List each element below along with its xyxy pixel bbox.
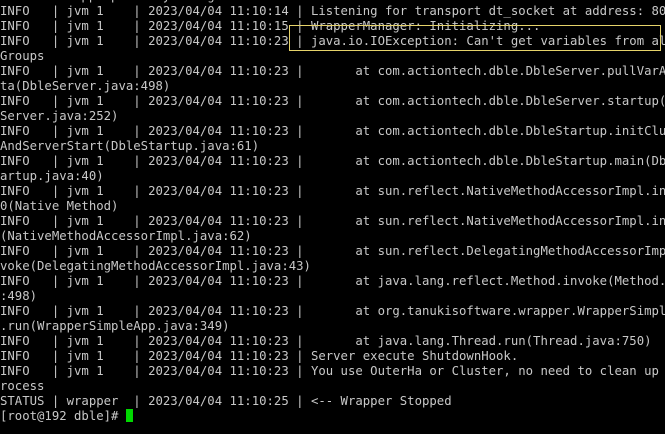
log-line: Groups [0,49,45,63]
log-line: INFO | jvm 1 | 2023/04/04 11:10:23 | at … [0,244,665,258]
terminal-output: c threads appropriately using -XX:Parall… [0,0,665,409]
log-line: INFO | jvm 1 | 2023/04/04 11:10:23 | Ser… [0,349,519,363]
log-line: rocess [0,379,45,393]
log-line: INFO | jvm 1 | 2023/04/04 11:10:23 | at … [0,124,665,138]
terminal-scrollbar[interactable] [661,0,665,434]
log-line: INFO | jvm 1 | 2023/04/04 11:10:23 | at … [0,274,665,288]
log-line: .run(WrapperSimpleApp.java:349) [0,319,230,333]
log-line: voke(DelegatingMethodAccessorImpl.java:4… [0,259,311,273]
log-line: INFO | jvm 1 | 2023/04/04 11:10:23 | at … [0,304,665,318]
log-line: INFO | jvm 1 | 2023/04/04 11:10:23 | jav… [0,34,665,48]
log-line: :498) [0,289,38,303]
log-line: artup.java:40) [0,169,104,183]
log-line: INFO | jvm 1 | 2023/04/04 11:10:15 | Wra… [0,19,541,33]
log-line: (NativeMethodAccessorImpl.java:62) [0,229,252,243]
shell-prompt: [root@192 dble]# [0,409,126,423]
terminal-window[interactable]: c threads appropriately using -XX:Parall… [0,0,665,434]
prompt-line[interactable]: [root@192 dble]# [0,409,665,424]
log-line: ta(DbleServer.java:498) [0,79,171,93]
log-line: INFO | jvm 1 | 2023/04/04 11:10:23 | at … [0,214,665,228]
log-line: Server.java:252) [0,109,119,123]
log-line: AndServerStart(DbleStartup.java:61) [0,139,260,153]
text-cursor [125,409,133,422]
log-line: INFO | jvm 1 | 2023/04/04 11:10:23 | at … [0,184,665,198]
log-line: INFO | jvm 1 | 2023/04/04 11:10:23 | at … [0,334,652,348]
log-line: INFO | jvm 1 | 2023/04/04 11:10:23 | at … [0,154,665,168]
log-line: 0(Native Method) [0,199,119,213]
log-line: INFO | jvm 1 | 2023/04/04 11:10:23 | at … [0,94,665,108]
log-line: STATUS | wrapper | 2023/04/04 11:10:25 |… [0,394,452,408]
log-line: INFO | jvm 1 | 2023/04/04 11:10:23 | You… [0,364,665,378]
log-line: INFO | jvm 1 | 2023/04/04 11:10:14 | Lis… [0,4,665,18]
log-line: INFO | jvm 1 | 2023/04/04 11:10:23 | at … [0,64,665,78]
